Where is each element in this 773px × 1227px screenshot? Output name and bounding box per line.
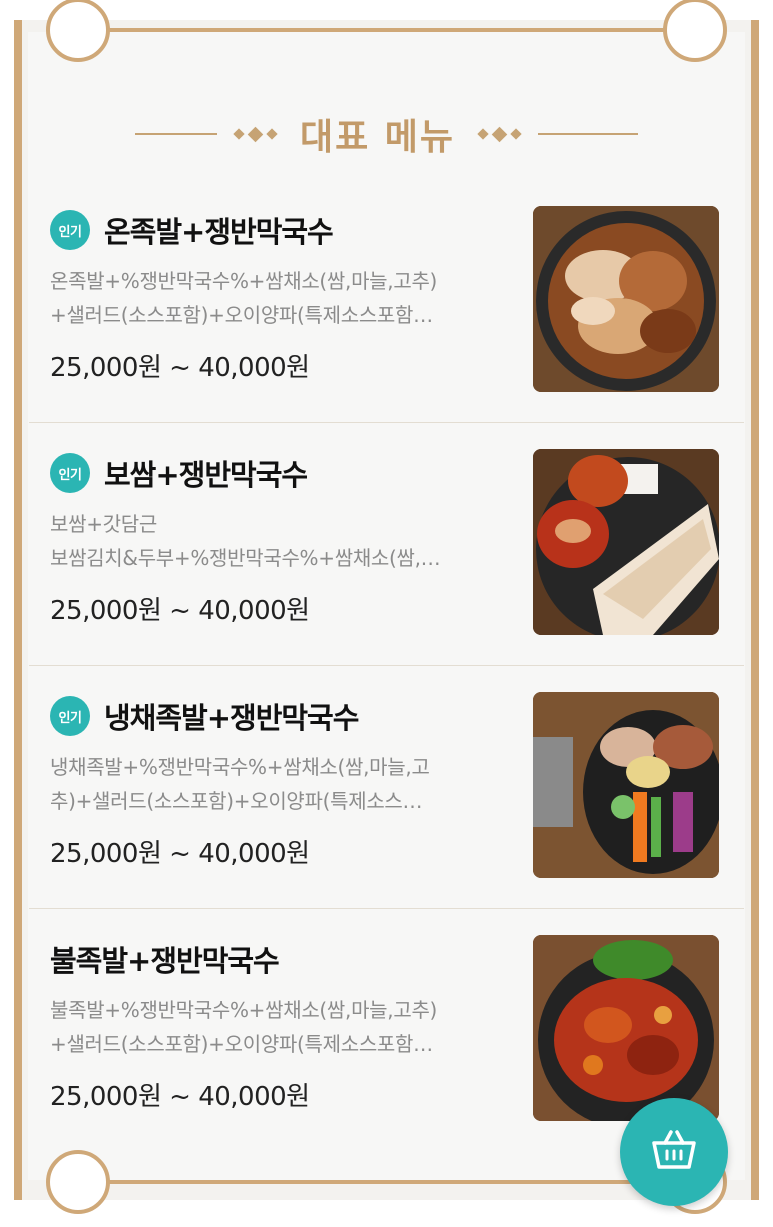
menu-item-description: 냉채족발+%쟁반막국수%+쌈채소(쌈,마늘,고 추)+샐러드(소스포함)+오이양… — [50, 750, 515, 818]
description-line: 불족발+%쟁반막국수%+쌈채소(쌈,마늘,고추) — [50, 998, 438, 1022]
description-line: 온족발+%쟁반막국수%+쌈채소(쌈,마늘,고추) — [50, 269, 438, 293]
menu-item-info: 인기 보쌈+쟁반막국수 보쌈+갓담근 보쌈김치&두부+%쟁반막국수%+쌈채소(쌈… — [50, 451, 520, 627]
menu-item[interactable]: 인기 냉채족발+쟁반막국수 냉채족발+%쟁반막국수%+쌈채소(쌈,마늘,고 추)… — [29, 666, 744, 909]
description-line: 보쌈+갓담근 — [50, 512, 157, 536]
popular-badge: 인기 — [50, 210, 90, 250]
description-line: +샐러드(소스포함)+오이양파(특제소스포함… — [50, 303, 433, 327]
menu-item-photo[interactable] — [533, 692, 719, 878]
menu-item-photo[interactable] — [533, 935, 719, 1121]
menu-item-name: 불족발+쟁반막국수 — [50, 944, 280, 978]
corner-ornament — [663, 0, 727, 62]
menu-item-info: 인기 냉채족발+쟁반막국수 냉채족발+%쟁반막국수%+쌈채소(쌈,마늘,고 추)… — [50, 694, 520, 870]
corner-ornament — [46, 1150, 110, 1214]
menu-item[interactable]: 인기 보쌈+쟁반막국수 보쌈+갓담근 보쌈김치&두부+%쟁반막국수%+쌈채소(쌈… — [29, 423, 744, 666]
menu-item-price: 25,000원 ~ 40,000원 — [50, 596, 310, 626]
title-line-right — [538, 133, 638, 135]
popular-badge: 인기 — [50, 696, 90, 736]
menu-item-info: 불족발+쟁반막국수 불족발+%쟁반막국수%+쌈채소(쌈,마늘,고추) +샐러드(… — [50, 937, 520, 1113]
menu-item-price: 25,000원 ~ 40,000원 — [50, 839, 310, 869]
title-line-left — [134, 133, 217, 135]
menu-item-photo[interactable] — [533, 449, 719, 635]
menu-item-description: 보쌈+갓담근 보쌈김치&두부+%쟁반막국수%+쌈채소(쌈,… — [50, 507, 515, 575]
description-line: 추)+샐러드(소스포함)+오이양파(특제소스… — [50, 789, 423, 813]
menu-item-name: 냉채족발+쟁반막국수 — [104, 701, 359, 735]
section-title: 대표 메뉴 — [299, 117, 455, 158]
description-line: 보쌈김치&두부+%쟁반막국수%+쌈채소(쌈,… — [50, 546, 441, 570]
menu-item-photo[interactable] — [533, 206, 719, 392]
bottom-border — [78, 1180, 695, 1184]
menu-list: 인기 온족발+쟁반막국수 온족발+%쟁반막국수%+쌈채소(쌈,마늘,고추) +샐… — [29, 180, 744, 1152]
cart-button[interactable] — [620, 1098, 728, 1206]
menu-item-price: 25,000원 ~ 40,000원 — [50, 353, 310, 383]
menu-item-name: 온족발+쟁반막국수 — [104, 215, 334, 249]
menu-item-name: 보쌈+쟁반막국수 — [104, 458, 308, 492]
menu-item-info: 인기 온족발+쟁반막국수 온족발+%쟁반막국수%+쌈채소(쌈,마늘,고추) +샐… — [50, 208, 520, 384]
top-border — [78, 28, 695, 32]
section-header: 대표 메뉴 — [0, 110, 773, 158]
menu-item[interactable]: 인기 온족발+쟁반막국수 온족발+%쟁반막국수%+쌈채소(쌈,마늘,고추) +샐… — [29, 180, 744, 423]
diamond-ornament-icon — [477, 126, 522, 142]
popular-badge: 인기 — [50, 453, 90, 493]
menu-item-description: 불족발+%쟁반막국수%+쌈채소(쌈,마늘,고추) +샐러드(소스포함)+오이양파… — [50, 993, 515, 1061]
description-line: +샐러드(소스포함)+오이양파(특제소스포함… — [50, 1032, 433, 1056]
corner-ornament — [46, 0, 110, 62]
menu-item-price: 25,000원 ~ 40,000원 — [50, 1082, 310, 1112]
shopping-basket-icon — [651, 1129, 697, 1175]
diamond-ornament-icon — [233, 126, 278, 142]
menu-item-description: 온족발+%쟁반막국수%+쌈채소(쌈,마늘,고추) +샐러드(소스포함)+오이양파… — [50, 264, 515, 332]
description-line: 냉채족발+%쟁반막국수%+쌈채소(쌈,마늘,고 — [50, 755, 430, 779]
